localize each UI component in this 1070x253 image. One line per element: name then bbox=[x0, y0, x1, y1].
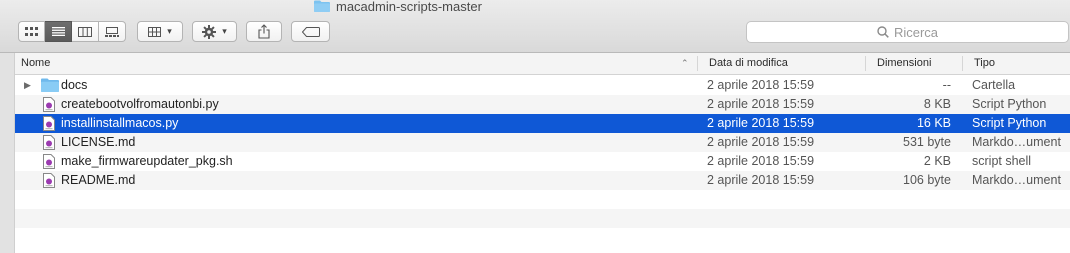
gear-icon bbox=[202, 24, 217, 39]
empty-row bbox=[15, 209, 1070, 228]
column-divider[interactable] bbox=[962, 56, 963, 71]
script-file-icon bbox=[43, 116, 55, 131]
file-size: 106 byte bbox=[903, 173, 951, 187]
column-header-name[interactable]: Nome bbox=[15, 53, 695, 74]
file-type: Markdo…ument bbox=[972, 135, 1061, 149]
column-divider[interactable] bbox=[865, 56, 866, 71]
share-button[interactable] bbox=[246, 21, 282, 42]
search-placeholder: Ricerca bbox=[893, 24, 939, 40]
file-type: Script Python bbox=[972, 97, 1047, 111]
chevron-down-icon: ▾ bbox=[167, 26, 172, 36]
window-title: macadmin-scripts-master bbox=[336, 0, 482, 14]
empty-row bbox=[15, 228, 1070, 247]
file-size: 8 KB bbox=[923, 97, 951, 111]
script-file-icon bbox=[43, 135, 55, 150]
file-date: 2 aprile 2018 15:59 bbox=[707, 135, 815, 149]
list-icon bbox=[51, 27, 65, 36]
file-size: 531 byte bbox=[903, 135, 951, 149]
file-type: Cartella bbox=[972, 78, 1016, 92]
column-view-button[interactable] bbox=[72, 21, 99, 42]
sidebar-edge bbox=[0, 53, 15, 253]
disclosure-triangle-icon[interactable]: ▶ bbox=[24, 76, 31, 95]
empty-row bbox=[15, 190, 1070, 209]
gallery-icon bbox=[105, 26, 119, 37]
file-date: 2 aprile 2018 15:59 bbox=[707, 173, 815, 187]
folder-icon bbox=[314, 0, 330, 12]
list-item[interactable]: ▶ docs 2 aprile 2018 15:59 -- Cartella bbox=[15, 76, 1070, 95]
file-name: make_firmwareupdater_pkg.sh bbox=[61, 154, 233, 168]
list-item[interactable]: README.md 2 aprile 2018 15:59 106 byte M… bbox=[15, 171, 1070, 190]
tag-icon bbox=[301, 26, 320, 37]
file-date: 2 aprile 2018 15:59 bbox=[707, 154, 815, 168]
script-file-icon bbox=[43, 173, 55, 188]
search-field[interactable]: Ricerca bbox=[746, 21, 1069, 43]
list-view-button[interactable] bbox=[45, 21, 72, 42]
view-mode-switcher bbox=[18, 21, 126, 42]
action-menu-button[interactable]: ▾ bbox=[192, 21, 237, 42]
group-grid-icon bbox=[148, 26, 162, 37]
column-header-date[interactable]: Data di modifica bbox=[703, 53, 863, 74]
sort-ascending-chevron-icon: ⌃ bbox=[681, 58, 689, 68]
script-file-icon bbox=[43, 154, 55, 169]
icon-view-button[interactable] bbox=[18, 21, 45, 42]
chevron-down-icon: ▾ bbox=[222, 26, 227, 36]
file-list: ▶ docs 2 aprile 2018 15:59 -- Cartella c… bbox=[15, 76, 1070, 247]
file-date: 2 aprile 2018 15:59 bbox=[707, 116, 815, 130]
file-type: script shell bbox=[972, 154, 1032, 168]
column-header-row: Nome ⌃ Data di modifica Dimensioni Tipo bbox=[15, 53, 1070, 75]
list-item-selected[interactable]: installinstallmacos.py 2 aprile 2018 15:… bbox=[15, 114, 1070, 133]
column-divider[interactable] bbox=[697, 56, 698, 71]
file-name: docs bbox=[61, 78, 88, 92]
group-by-button[interactable]: ▾ bbox=[137, 21, 183, 42]
script-file-icon bbox=[43, 97, 55, 112]
file-size: 2 KB bbox=[923, 154, 951, 168]
file-size: -- bbox=[942, 78, 951, 92]
list-item[interactable]: createbootvolfromautonbi.py 2 aprile 201… bbox=[15, 95, 1070, 114]
icon-grid-icon bbox=[25, 27, 38, 36]
columns-icon bbox=[78, 26, 92, 37]
search-icon bbox=[877, 26, 889, 38]
window-title-bar: macadmin-scripts-master bbox=[314, 0, 482, 14]
file-type: Markdo…ument bbox=[972, 173, 1061, 187]
tags-button[interactable] bbox=[291, 21, 330, 42]
column-header-size[interactable]: Dimensioni bbox=[871, 53, 961, 74]
file-name: README.md bbox=[61, 173, 136, 187]
file-name: LICENSE.md bbox=[61, 135, 136, 149]
toolbar: macadmin-scripts-master ▾ ▾ Ricerca bbox=[0, 0, 1070, 53]
list-item[interactable]: LICENSE.md 2 aprile 2018 15:59 531 byte … bbox=[15, 133, 1070, 152]
list-item[interactable]: make_firmwareupdater_pkg.sh 2 aprile 201… bbox=[15, 152, 1070, 171]
file-name: installinstallmacos.py bbox=[61, 116, 179, 130]
share-icon bbox=[258, 24, 270, 39]
folder-icon bbox=[41, 78, 59, 92]
file-size: 16 KB bbox=[916, 116, 951, 130]
gallery-view-button[interactable] bbox=[99, 21, 126, 42]
file-date: 2 aprile 2018 15:59 bbox=[707, 97, 815, 111]
column-header-type[interactable]: Tipo bbox=[968, 53, 1068, 74]
file-date: 2 aprile 2018 15:59 bbox=[707, 78, 815, 92]
file-name: createbootvolfromautonbi.py bbox=[61, 97, 219, 111]
file-type: Script Python bbox=[972, 116, 1047, 130]
